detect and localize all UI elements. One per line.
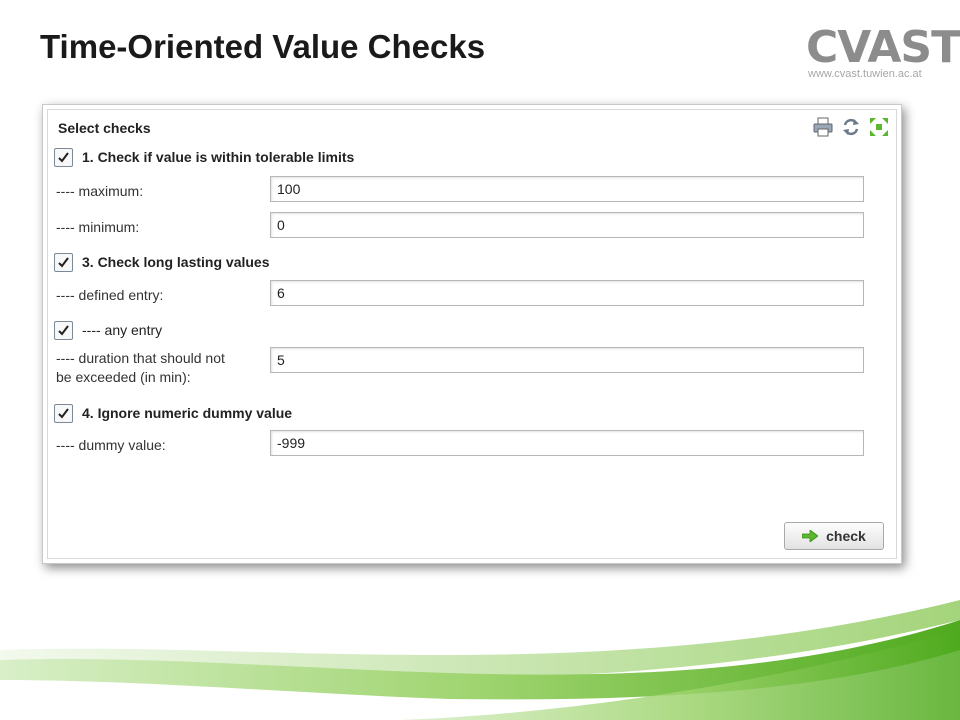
check-4-row: 4. Ignore numeric dummy value xyxy=(54,404,886,424)
panel-title: Select checks xyxy=(58,120,151,136)
any-entry-row: ---- any entry xyxy=(54,321,886,341)
minimum-input[interactable] xyxy=(270,212,864,238)
checkmark-icon xyxy=(58,325,69,336)
minimum-row: ---- minimum: xyxy=(54,212,886,242)
arrow-right-icon xyxy=(802,530,819,542)
duration-label: ---- duration that should not be exceede… xyxy=(56,349,225,387)
check-1-label: 1. Check if value is within tolerable li… xyxy=(82,149,355,165)
check-4-checkbox[interactable] xyxy=(54,404,73,423)
duration-label-line1: ---- duration that should not xyxy=(56,350,225,366)
panel-toolbar xyxy=(812,116,890,142)
logo-url: www.cvast.tuwien.ac.at xyxy=(808,68,922,80)
dummy-value-label: ---- dummy value: xyxy=(56,437,166,453)
duration-label-line2: be exceeded (in min): xyxy=(56,369,191,385)
check-3-checkbox[interactable] xyxy=(54,253,73,272)
maximum-row: ---- maximum: xyxy=(54,176,886,206)
decorative-swoosh xyxy=(0,600,960,720)
dummy-value-row: ---- dummy value: xyxy=(54,430,886,460)
check-4-label: 4. Ignore numeric dummy value xyxy=(82,405,293,421)
check-3-label: 3. Check long lasting values xyxy=(82,254,270,270)
slide-title: Time-Oriented Value Checks xyxy=(40,28,486,65)
duration-row: ---- duration that should not be exceede… xyxy=(54,347,886,389)
check-button[interactable]: check xyxy=(784,522,884,550)
any-entry-label: ---- any entry xyxy=(82,322,163,338)
duration-input[interactable] xyxy=(270,347,864,373)
defined-entry-label: ---- defined entry: xyxy=(56,287,164,303)
printer-icon[interactable] xyxy=(812,116,834,138)
select-checks-panel: Select checks 1. Check if value is withi… xyxy=(42,104,902,564)
checkmark-icon xyxy=(58,408,69,419)
checkmark-icon xyxy=(58,257,69,268)
defined-entry-input[interactable] xyxy=(270,280,864,306)
check-button-label: check xyxy=(826,528,866,544)
minimum-label: ---- minimum: xyxy=(56,219,140,235)
checkmark-icon xyxy=(58,152,69,163)
panel-body: Select checks 1. Check if value is withi… xyxy=(47,109,897,559)
dummy-value-input[interactable] xyxy=(270,430,864,456)
cvast-logo: CVAST www.cvast.tuwien.ac.at xyxy=(806,22,960,82)
defined-entry-row: ---- defined entry: xyxy=(54,280,886,310)
check-3-row: 3. Check long lasting values xyxy=(54,253,886,273)
check-1-row: 1. Check if value is within tolerable li… xyxy=(54,148,886,168)
logo-text: CVAST xyxy=(806,22,960,73)
any-entry-checkbox[interactable] xyxy=(54,321,73,340)
maximum-label: ---- maximum: xyxy=(56,183,144,199)
maximum-input[interactable] xyxy=(270,176,864,202)
check-1-checkbox[interactable] xyxy=(54,148,73,167)
refresh-icon[interactable] xyxy=(840,116,862,138)
expand-icon[interactable] xyxy=(868,116,890,138)
